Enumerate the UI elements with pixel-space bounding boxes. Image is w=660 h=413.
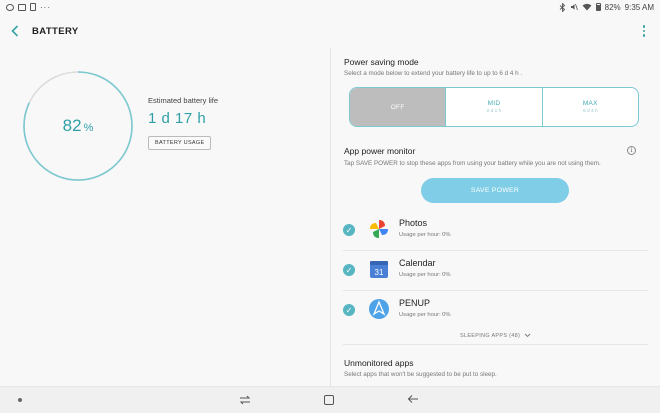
page-title: BATTERY	[32, 25, 79, 37]
row-divider	[343, 250, 648, 251]
unmonitored-title[interactable]: Unmonitored apps	[344, 358, 413, 368]
app-name: Calendar	[399, 258, 436, 268]
penup-icon	[369, 299, 389, 319]
bluetooth-icon	[559, 2, 565, 12]
more-options-button[interactable]	[638, 23, 650, 39]
status-time: 9:35 AM	[624, 2, 654, 12]
unmonitored-subtitle: Select apps that won't be suggested to b…	[344, 371, 497, 378]
app-monitor-subtitle: Tap SAVE POWER to stop these apps from u…	[344, 160, 601, 167]
status-left: ···	[6, 3, 51, 12]
estimated-life-value: 1 d 17 h	[148, 110, 207, 127]
battery-summary-panel: 82 % Estimated battery life 1 d 17 h BAT…	[0, 48, 330, 386]
battery-level-readout: 82 %	[22, 70, 134, 182]
power-mode-label: MID	[487, 100, 501, 107]
power-mode-off[interactable]: OFF	[350, 88, 446, 126]
notification-gallery-icon	[18, 3, 26, 11]
checkmark-icon[interactable]: ✓	[343, 304, 355, 316]
app-usage: Usage per hour: 0%	[399, 312, 451, 318]
more-vertical-icon-dot	[642, 34, 646, 37]
battery-status-icon	[595, 3, 601, 11]
power-mode-label: OFF	[390, 103, 405, 111]
battery-screen: ··· 82% 9:35 AM BATTERY 82 % Estimated b…	[0, 0, 660, 413]
battery-usage-button[interactable]: BATTERY USAGE	[148, 136, 212, 150]
save-power-button[interactable]: SAVE POWER	[421, 178, 569, 203]
power-mode-max[interactable]: MAX 6 d 4 h	[541, 88, 638, 126]
checkmark-icon[interactable]: ✓	[343, 224, 355, 236]
home-icon[interactable]	[324, 395, 334, 405]
app-monitor-title: App power monitor	[344, 146, 416, 156]
back-arrow-icon[interactable]	[406, 392, 420, 406]
notification-tablet-icon	[30, 3, 36, 11]
recents-icon[interactable]	[238, 393, 252, 407]
battery-percent-text: 82%	[604, 2, 621, 12]
estimated-life-label: Estimated battery life	[148, 96, 219, 105]
row-divider	[343, 290, 648, 291]
power-mode-mid[interactable]: MID 2 d 1 h	[445, 88, 541, 126]
nav-indicator-icon[interactable]	[18, 398, 22, 402]
notification-overflow-icon: ···	[40, 2, 51, 12]
app-name: PENUP	[399, 298, 431, 308]
power-mode-selector: OFF MID 2 d 1 h MAX 6 d 4 h	[349, 87, 639, 127]
calendar-icon: 31	[370, 261, 388, 278]
battery-settings-panel: Power saving mode Select a mode below to…	[331, 48, 660, 386]
power-saving-subtitle: Select a mode below to extend your batte…	[344, 70, 523, 77]
notification-sync-icon	[6, 3, 14, 11]
app-header: BATTERY	[0, 14, 660, 48]
checkmark-icon[interactable]: ✓	[343, 264, 355, 276]
power-saving-title: Power saving mode	[344, 57, 419, 67]
mute-icon	[570, 3, 578, 11]
wifi-icon	[582, 3, 592, 11]
photos-pinwheel-icon	[370, 220, 388, 238]
app-usage: Usage per hour: 0%	[399, 272, 451, 278]
status-right: 82% 9:35 AM	[559, 2, 654, 12]
status-bar: ··· 82% 9:35 AM	[0, 0, 660, 14]
power-mode-estimate: 2 d 1 h	[486, 109, 502, 114]
back-button[interactable]	[0, 14, 30, 48]
app-list-item[interactable]: ✓ Photos Usage per hour: 0%	[331, 212, 660, 250]
chevron-down-icon	[524, 333, 531, 338]
navigation-bar	[0, 386, 660, 413]
battery-level-value: 82	[62, 116, 82, 135]
power-mode-label: MAX	[582, 100, 598, 107]
chevron-left-icon	[11, 25, 19, 37]
app-usage: Usage per hour: 0%	[399, 232, 451, 238]
row-divider	[343, 344, 648, 345]
app-list-item[interactable]: ✓ 31 Calendar Usage per hour: 0%	[331, 252, 660, 290]
calendar-icon-date: 31	[375, 268, 384, 277]
info-icon[interactable]: i	[627, 146, 636, 155]
more-vertical-icon-dot	[642, 29, 646, 33]
app-name: Photos	[399, 218, 428, 228]
sleeping-apps-label: SLEEPING APPS (48)	[460, 333, 521, 339]
more-vertical-icon	[642, 25, 646, 28]
power-mode-estimate: 6 d 4 h	[582, 109, 598, 114]
app-list-item[interactable]: ✓ PENUP Usage per hour: 0%	[331, 292, 660, 330]
battery-level-unit: %	[83, 121, 94, 134]
sleeping-apps-toggle[interactable]: SLEEPING APPS (48)	[331, 333, 660, 339]
